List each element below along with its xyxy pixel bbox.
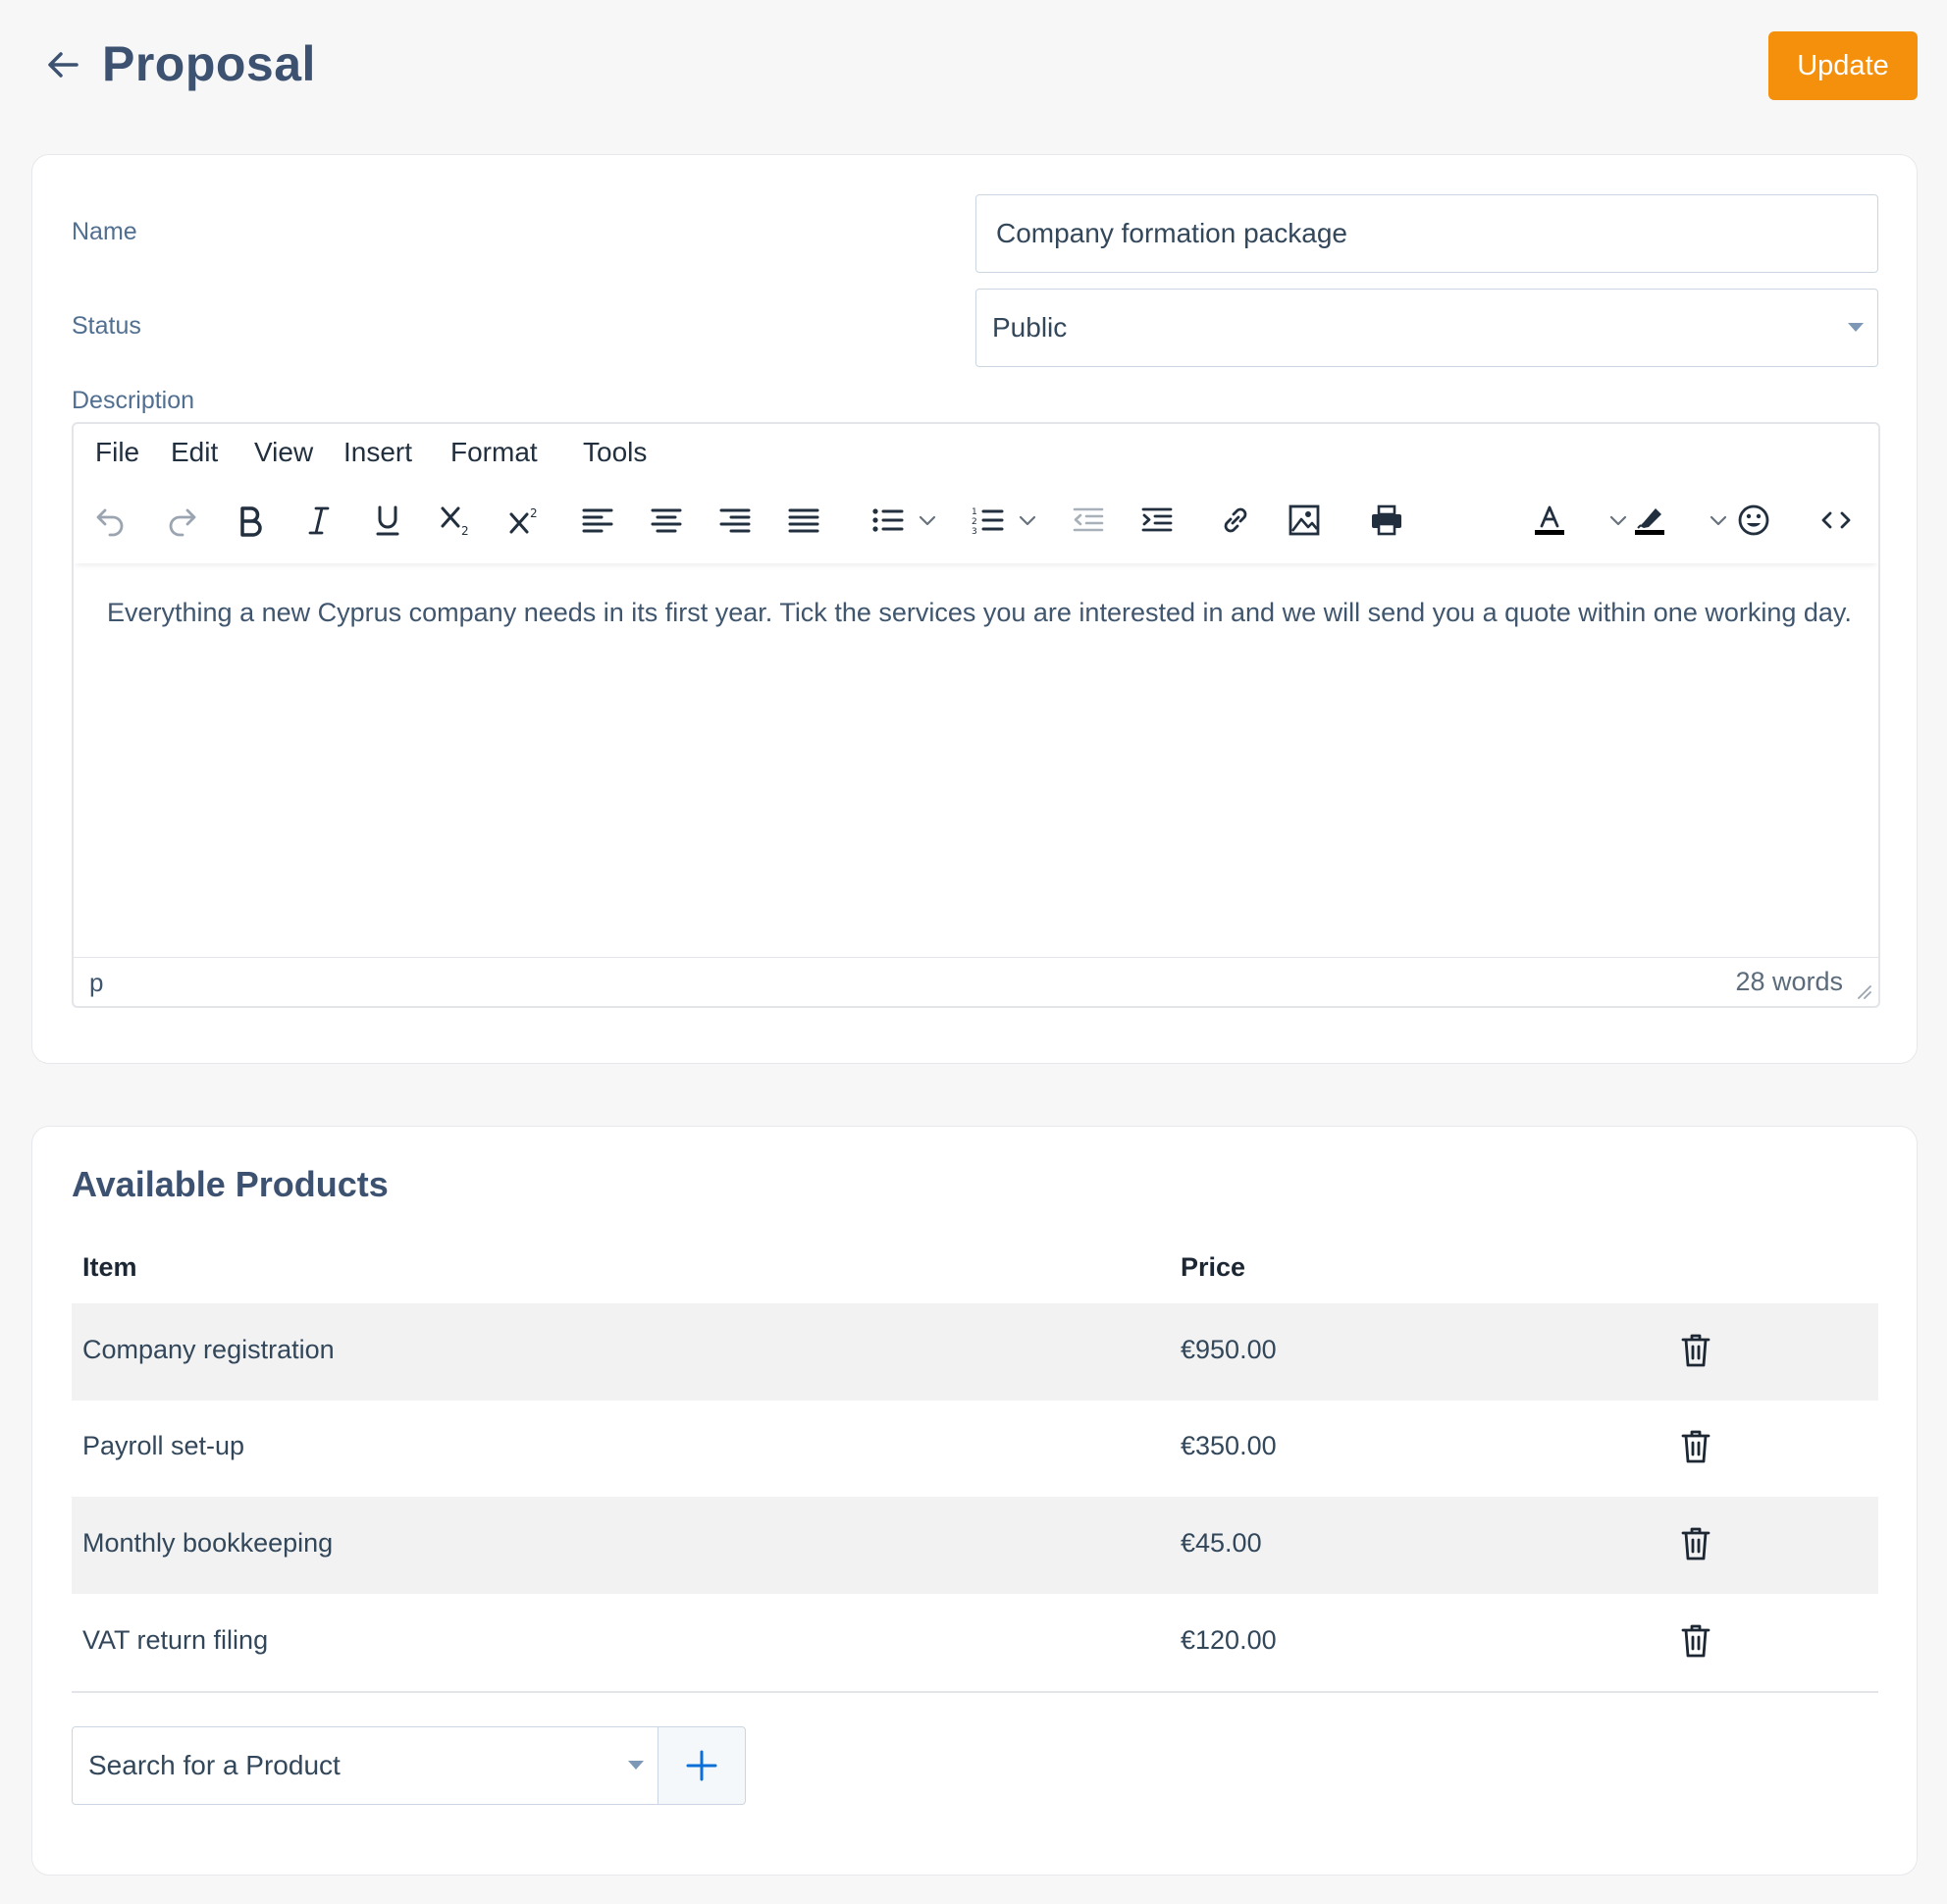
align-right-icon[interactable] [711,497,759,544]
row-item-price: €950.00 [1181,1335,1277,1364]
column-header-price: Price [1181,1252,1246,1282]
undo-icon[interactable] [87,497,134,544]
status-select[interactable]: Public [975,289,1878,367]
resize-handle-icon[interactable] [1855,982,1872,1000]
dropdown-caret-icon [628,1761,644,1770]
trash-icon[interactable] [1677,1621,1714,1661]
bullet-list-icon[interactable] [865,497,912,544]
editor-content[interactable]: Everything a new Cyprus company needs in… [107,593,1854,632]
status-value: Public [992,312,1068,343]
plus-icon [686,1750,717,1781]
indent-icon[interactable] [1133,497,1181,544]
emoji-icon[interactable] [1730,497,1777,544]
proposal-details-card: Name Status Public Description File Edit… [31,154,1918,1064]
column-header-item: Item [82,1252,137,1282]
menu-format[interactable]: Format [450,437,538,468]
text-color-icon[interactable] [1526,497,1573,544]
print-icon[interactable] [1363,497,1410,544]
trash-icon[interactable] [1677,1524,1714,1563]
dropdown-caret-icon [1848,323,1864,332]
update-button[interactable]: Update [1768,31,1918,100]
numbered-list-icon[interactable]: 123 [965,497,1012,544]
element-path[interactable]: p [89,968,103,998]
page-title: Proposal [102,36,316,91]
svg-text:1: 1 [972,507,977,517]
subscript-icon[interactable]: 2 [433,497,480,544]
align-center-icon[interactable] [643,497,690,544]
section-title: Available Products [72,1164,389,1204]
italic-icon[interactable] [295,497,342,544]
outdent-icon[interactable] [1065,497,1112,544]
numbered-list-chevron-icon[interactable] [1016,508,1039,532]
back-arrow-icon[interactable] [43,45,82,84]
menu-view[interactable]: View [254,437,313,468]
bold-icon[interactable] [227,497,274,544]
bullet-list-chevron-icon[interactable] [916,508,939,532]
underline-icon[interactable] [364,497,411,544]
menu-insert[interactable]: Insert [343,437,412,468]
align-left-icon[interactable] [574,497,621,544]
image-icon[interactable] [1281,497,1328,544]
menu-edit[interactable]: Edit [171,437,218,468]
table-row: Company registration €950.00 [72,1303,1878,1401]
table-row: Payroll set-up €350.00 [72,1400,1878,1497]
row-item-price: €120.00 [1181,1625,1277,1655]
editor-statusbar: p 28 words [74,957,1878,1006]
row-item-name: Company registration [82,1335,335,1364]
svg-text:3: 3 [972,527,977,537]
status-label: Status [72,312,141,340]
rich-text-editor: File Edit View Insert Format Tools 2 2 1… [72,422,1880,1008]
highlight-chevron-icon[interactable] [1707,508,1730,532]
menu-tools[interactable]: Tools [583,437,647,468]
svg-text:2: 2 [530,506,538,520]
row-item-price: €350.00 [1181,1431,1277,1460]
trash-icon[interactable] [1677,1331,1714,1370]
table-row: Monthly bookkeeping €45.00 [72,1497,1878,1594]
name-input[interactable] [975,194,1878,273]
row-item-name: Payroll set-up [82,1431,245,1460]
trash-icon[interactable] [1677,1427,1714,1466]
row-item-price: €45.00 [1181,1528,1262,1558]
editor-menubar: File Edit View Insert Format Tools [74,424,1878,483]
products-card: Available Products Item Price Company re… [31,1126,1918,1876]
svg-text:2: 2 [972,517,977,527]
page-header: Proposal Update [0,0,1947,132]
add-product-button[interactable] [658,1726,746,1805]
link-icon[interactable] [1212,497,1259,544]
row-item-name: Monthly bookkeeping [82,1528,334,1558]
product-search-placeholder: Search for a Product [88,1750,341,1780]
word-count[interactable]: 28 words [1735,967,1843,997]
superscript-icon[interactable]: 2 [501,497,549,544]
description-label: Description [72,387,195,414]
highlight-icon[interactable] [1626,497,1673,544]
menu-file[interactable]: File [95,437,139,468]
redo-icon[interactable] [158,497,205,544]
product-search-select[interactable]: Search for a Product [72,1726,658,1805]
editor-toolbar: 2 2 1 2 3 [74,483,1878,563]
name-label: Name [72,218,137,245]
table-divider [72,1691,1878,1693]
svg-text:2: 2 [461,524,469,538]
table-row: VAT return filing €120.00 [72,1594,1878,1691]
row-item-name: VAT return filing [82,1625,269,1655]
source-code-icon[interactable] [1813,497,1860,544]
justify-icon[interactable] [780,497,827,544]
